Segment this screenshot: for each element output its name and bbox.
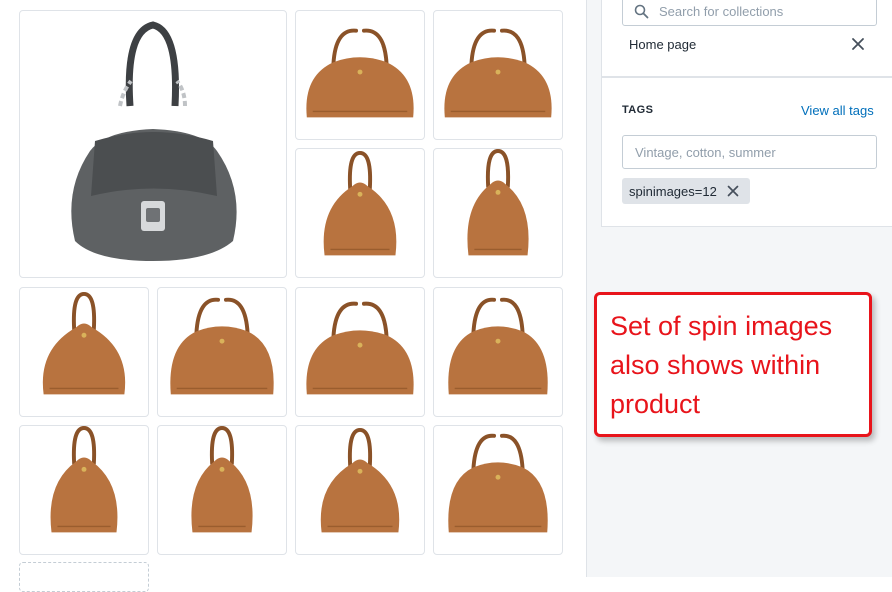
tag-chip-label: spinimages=12 bbox=[629, 183, 717, 199]
media-tile-main[interactable] bbox=[19, 10, 287, 278]
gray-handbag-image bbox=[35, 11, 271, 277]
tan-handbag-image bbox=[42, 291, 126, 395]
media-tile-spin-6[interactable] bbox=[157, 287, 287, 417]
tan-handbag-image bbox=[323, 150, 397, 256]
media-tile-spin-1[interactable] bbox=[295, 10, 425, 140]
tags-input-placeholder: Vintage, cotton, summer bbox=[635, 144, 776, 160]
collection-item-label: Home page bbox=[629, 37, 697, 52]
media-tile-spin-2[interactable] bbox=[433, 10, 563, 140]
tags-input[interactable]: Vintage, cotton, summer bbox=[622, 135, 877, 169]
tan-handbag-image bbox=[191, 426, 253, 533]
media-tile-spin-9[interactable] bbox=[19, 425, 149, 555]
view-all-tags-link[interactable]: View all tags bbox=[801, 103, 874, 118]
media-tile-spin-7[interactable] bbox=[295, 287, 425, 417]
media-tile-spin-3[interactable] bbox=[295, 148, 425, 278]
tan-handbag-image bbox=[320, 427, 400, 533]
tags-card: TAGS View all tags Vintage, cotton, summ… bbox=[601, 77, 892, 227]
tan-handbag-image bbox=[448, 297, 548, 395]
tags-heading: TAGS bbox=[622, 104, 654, 116]
callout-text: Set of spin images also shows within pro… bbox=[610, 311, 833, 419]
tan-handbag-image bbox=[306, 301, 414, 395]
tan-handbag-image bbox=[444, 28, 552, 118]
media-tile-spin-4[interactable] bbox=[433, 148, 563, 278]
media-panel bbox=[0, 0, 586, 592]
tan-handbag-image bbox=[170, 297, 274, 395]
search-icon bbox=[634, 4, 649, 19]
tan-handbag-image bbox=[306, 28, 414, 118]
remove-tag-icon[interactable] bbox=[727, 185, 739, 197]
annotation-callout: Set of spin images also shows within pro… bbox=[594, 292, 872, 437]
media-tile-spin-11[interactable] bbox=[295, 425, 425, 555]
collections-search-input[interactable]: Search for collections bbox=[622, 0, 877, 26]
collections-search-placeholder: Search for collections bbox=[659, 3, 784, 19]
media-tile-spin-12[interactable] bbox=[433, 425, 563, 555]
tag-chip: spinimages=12 bbox=[622, 178, 750, 204]
tan-handbag-image bbox=[448, 433, 548, 533]
tan-handbag-image bbox=[50, 426, 118, 533]
media-tile-spin-5[interactable] bbox=[19, 287, 149, 417]
add-media-tile[interactable] bbox=[19, 562, 149, 592]
tan-handbag-image bbox=[467, 149, 529, 256]
media-tile-spin-8[interactable] bbox=[433, 287, 563, 417]
collections-card: Search for collections Home page bbox=[601, 0, 892, 77]
remove-collection-icon[interactable] bbox=[851, 37, 865, 56]
media-tile-spin-10[interactable] bbox=[157, 425, 287, 555]
